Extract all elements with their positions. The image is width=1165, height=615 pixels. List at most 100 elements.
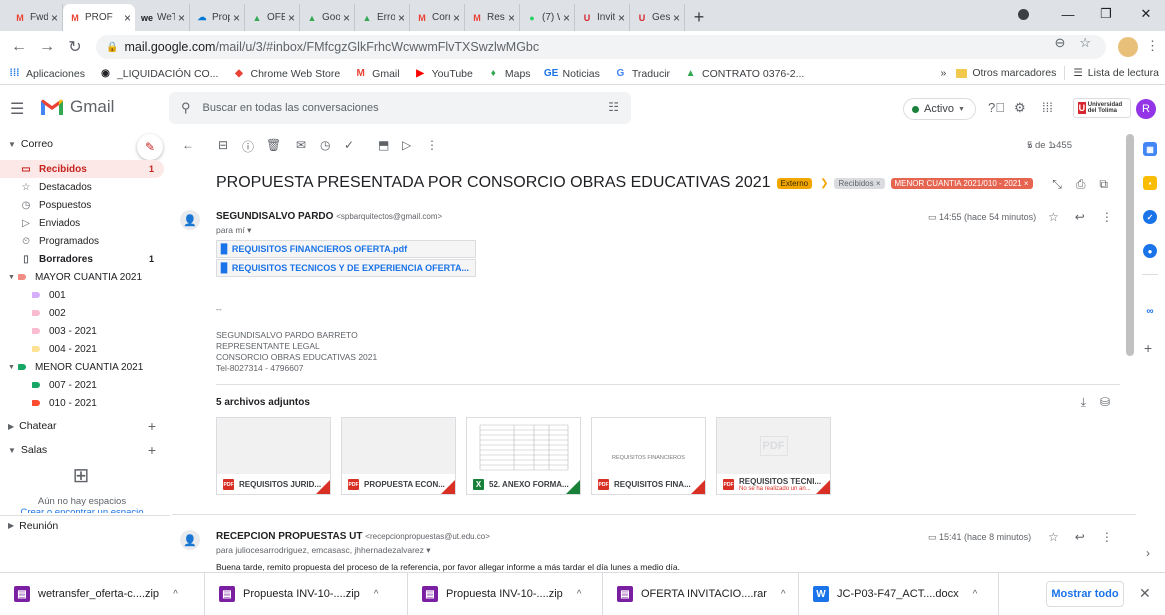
- star-icon[interactable]: ☆: [1048, 530, 1059, 544]
- browser-tab[interactable]: weWeTr×: [135, 4, 190, 31]
- settings-gear-icon[interactable]: ⚙: [1014, 100, 1026, 116]
- tab-close-icon[interactable]: ×: [618, 11, 625, 25]
- chevron-up-icon[interactable]: ^: [374, 589, 379, 600]
- sub-label[interactable]: 002: [0, 304, 164, 322]
- sub-label[interactable]: 007 - 2021: [0, 376, 164, 394]
- browser-tab[interactable]: U Invita×: [575, 4, 630, 31]
- bookmark-item[interactable]: ▶ YouTube: [414, 67, 473, 80]
- label-icon[interactable]: ▷: [402, 138, 411, 152]
- compose-button[interactable]: ✎: [137, 134, 163, 160]
- bookmark-item[interactable]: ♦ Maps: [487, 67, 531, 80]
- bookmarks-more-icon[interactable]: »: [940, 67, 946, 79]
- tab-close-icon[interactable]: ×: [124, 11, 131, 25]
- reload-icon[interactable]: ↻: [62, 34, 88, 60]
- sidebar-item[interactable]: ▯ Borradores 1: [0, 250, 164, 268]
- newer-icon[interactable]: ‹: [1028, 138, 1032, 152]
- sidebar-item[interactable]: ⏲ Programados: [0, 232, 164, 250]
- label-group[interactable]: ▼ MAYOR CUANTIA 2021: [0, 268, 164, 286]
- tab-close-icon[interactable]: ×: [508, 11, 515, 25]
- inbox-label-chip[interactable]: Recibidos ×: [834, 177, 885, 189]
- add-space-icon[interactable]: +: [148, 442, 156, 458]
- show-all-downloads-button[interactable]: Mostrar todo: [1046, 581, 1124, 607]
- thread-scrollbar[interactable]: [1126, 134, 1134, 356]
- tab-close-icon[interactable]: ×: [288, 11, 295, 25]
- gmail-logo[interactable]: Gmail: [40, 97, 114, 117]
- attachment-card[interactable]: PDF PDF REQUISITOS TECNI... No se ha realiz…: [716, 417, 831, 495]
- tab-close-icon[interactable]: ×: [51, 11, 58, 25]
- close-shelf-icon[interactable]: ✕: [1139, 585, 1151, 602]
- minimize-icon[interactable]: —: [1049, 0, 1087, 28]
- org-logo[interactable]: U Universidad del Tolima: [1073, 98, 1131, 118]
- add-chat-icon[interactable]: +: [148, 418, 156, 434]
- close-window-icon[interactable]: ✕: [1127, 0, 1165, 28]
- search-icon[interactable]: ⚲: [181, 100, 191, 116]
- extension-icon[interactable]: [1118, 37, 1138, 57]
- download-item[interactable]: ▤ Propuesta INV-10-....zip ^: [408, 572, 603, 615]
- section-meet[interactable]: ▶ Reunión: [0, 515, 170, 535]
- download-item[interactable]: ▤ OFERTA INVITACIO....rar ^: [603, 572, 799, 615]
- more-icon[interactable]: ⋮: [1101, 530, 1113, 544]
- apps-grid-icon[interactable]: ⁞⁞⁞: [1042, 100, 1053, 115]
- browser-tab[interactable]: ● (7) W×: [520, 4, 575, 31]
- new-tab-button[interactable]: +: [685, 4, 713, 31]
- caret-down-icon[interactable]: ▼: [8, 364, 15, 371]
- older-icon[interactable]: ›: [1052, 138, 1056, 152]
- download-item[interactable]: ▤ wetransfer_oferta-c....zip ^: [0, 572, 205, 615]
- browser-tab[interactable]: M Resul×: [465, 4, 520, 31]
- message-sender[interactable]: RECEPCION PROPUESTAS UT <recepcionpropue…: [216, 531, 490, 542]
- message-sender[interactable]: SEGUNDISALVO PARDO <spbarquitectos@gmail…: [216, 211, 442, 222]
- sidebar-item[interactable]: ☆ Destacados: [0, 178, 164, 196]
- snooze-icon[interactable]: ◷: [320, 138, 330, 152]
- bookmark-item[interactable]: GE Noticias: [544, 67, 600, 80]
- attachment-card[interactable]: PDF REQUISITOS JURID...: [216, 417, 331, 495]
- add-task-icon[interactable]: ✓: [344, 138, 354, 152]
- caret-down-icon[interactable]: ▼: [8, 274, 15, 281]
- help-icon[interactable]: ?⃝: [988, 100, 1005, 115]
- address-bar[interactable]: 🔒 mail.google.com/mail/u/3/#inbox/FMfcgz…: [96, 35, 1106, 59]
- bookmark-star-icon[interactable]: ☆: [1079, 35, 1091, 51]
- report-spam-icon[interactable]: ⓘ: [242, 138, 254, 155]
- browser-tab[interactable]: ▲ Error×: [355, 4, 410, 31]
- sender-avatar[interactable]: 👤: [180, 210, 200, 230]
- browser-tab[interactable]: M PROF ×: [63, 4, 135, 31]
- sub-label[interactable]: 003 - 2021: [0, 322, 164, 340]
- star-icon[interactable]: ☆: [1048, 210, 1059, 224]
- delete-icon[interactable]: 🗑: [266, 138, 281, 152]
- chevron-up-icon[interactable]: ^: [577, 589, 582, 600]
- save-to-drive-icon[interactable]: ⛁: [1100, 395, 1110, 410]
- keep-icon[interactable]: ▪: [1143, 176, 1157, 190]
- browser-tab[interactable]: M Fwd ×: [8, 4, 63, 31]
- download-all-icon[interactable]: ⤓: [1081, 395, 1086, 410]
- bookmark-item[interactable]: ◉ _LIQUIDACIÓN CO...: [99, 67, 218, 80]
- reply-icon[interactable]: ↩: [1075, 210, 1085, 224]
- label-group[interactable]: ▼ MENOR CUANTIA 2021: [0, 358, 164, 376]
- bookmark-item[interactable]: ▲ CONTRATO 0376-2...: [684, 67, 805, 80]
- sub-label[interactable]: 004 - 2021: [0, 340, 164, 358]
- browser-menu-icon[interactable]: ⋮: [1146, 38, 1159, 54]
- back-to-inbox-icon[interactable]: ←: [182, 138, 194, 152]
- restore-icon[interactable]: ❐: [1087, 0, 1125, 28]
- archive-icon[interactable]: ⊟: [218, 138, 228, 152]
- chevron-up-icon[interactable]: ^: [173, 589, 178, 600]
- tab-close-icon[interactable]: ×: [233, 11, 240, 25]
- tab-close-icon[interactable]: ×: [178, 11, 185, 25]
- tab-close-icon[interactable]: ×: [398, 11, 405, 25]
- tab-close-icon[interactable]: ×: [563, 11, 570, 25]
- get-addons-icon[interactable]: +: [1144, 340, 1152, 356]
- main-menu-icon[interactable]: ☰: [10, 99, 24, 119]
- drive-link-1[interactable]: ▉ REQUISITOS FINANCIEROS OFERTA.pdf: [216, 240, 476, 258]
- tasks-icon[interactable]: ✓: [1143, 210, 1157, 224]
- search-input[interactable]: ⚲ Buscar en todas las conversaciones ☷: [169, 92, 631, 124]
- tab-close-icon[interactable]: ×: [673, 11, 680, 25]
- attachment-card[interactable]: X 52. ANEXO FORMA...: [466, 417, 581, 495]
- drive-link-2[interactable]: ▉ REQUISITOS TECNICOS Y DE EXPERIENCIA O…: [216, 259, 476, 277]
- reading-list[interactable]: Lista de lectura: [1088, 67, 1159, 79]
- more-icon[interactable]: ⋮: [1101, 210, 1113, 224]
- download-item[interactable]: ▤ Propuesta INV-10-....zip ^: [205, 572, 408, 615]
- print-icon[interactable]: ⎙: [1076, 177, 1086, 192]
- other-bookmarks[interactable]: Otros marcadores: [972, 67, 1056, 79]
- sidebar-item[interactable]: ▷ Enviados: [0, 214, 164, 232]
- search-options-icon[interactable]: ☷: [608, 100, 619, 114]
- contacts-icon[interactable]: ●: [1143, 244, 1157, 258]
- attachment-card[interactable]: REQUISITOS FINANCIEROS PDF REQUISITOS FINA…: [591, 417, 706, 495]
